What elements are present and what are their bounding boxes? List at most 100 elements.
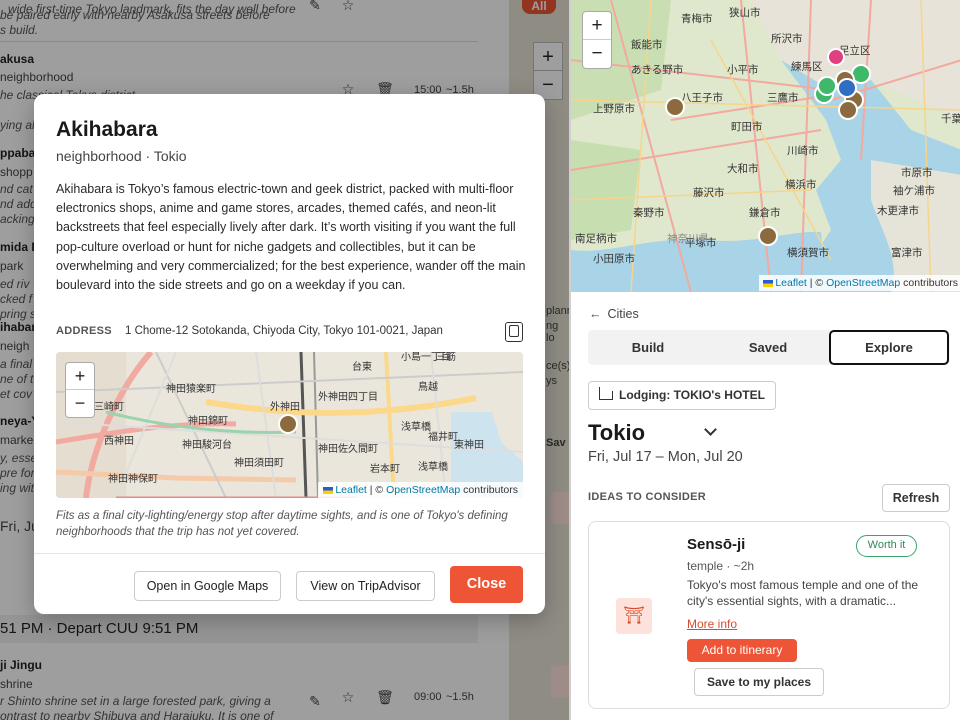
- modal-divider: [34, 553, 545, 554]
- map-label: 外神田: [270, 400, 300, 413]
- idea-type: temple · ~2h: [687, 559, 755, 573]
- region-map[interactable]: 青梅市 飯能市 狭山市 所沢市 あきる野市 小平市 練馬区 足立区 八王子市 三…: [571, 0, 960, 292]
- map-attribution: Leaflet | © OpenStreetMap contributors: [759, 275, 960, 291]
- temple-icon: ⛩: [616, 598, 652, 634]
- place-modal: Akihabara neighborhood · Tokio Akihabara…: [34, 94, 545, 614]
- arrow-left-icon: ←: [589, 307, 602, 321]
- tab-saved[interactable]: Saved: [708, 330, 828, 365]
- map-attribution: Leaflet | © OpenStreetMap contributors: [318, 482, 523, 498]
- map-label: 青梅市: [681, 12, 713, 25]
- idea-card: ⛩ Sensō-ji Worth it temple · ~2h Tokyo's…: [588, 521, 950, 709]
- map-label: 浅草橋: [401, 420, 431, 433]
- itinerary-panel: wide first-time Tokyo landmark, fits the…: [0, 0, 569, 720]
- map-label: 袖ケ浦市: [893, 184, 935, 197]
- map-label: 千葉: [941, 112, 960, 125]
- chevron-down-icon[interactable]: [704, 423, 717, 436]
- map-label: 東神田: [454, 438, 484, 451]
- ukraine-flag-icon: [323, 486, 334, 494]
- bed-icon: [598, 387, 613, 401]
- worth-it-badge: Worth it: [856, 535, 917, 557]
- map-label: 所沢市: [771, 32, 803, 45]
- map-label: 三筋: [436, 352, 456, 363]
- map-label: 練馬区: [791, 60, 823, 73]
- idea-title: Sensō-ji: [687, 536, 746, 553]
- map-label: 小平市: [727, 63, 759, 76]
- osm-link[interactable]: OpenStreetMap: [826, 277, 900, 289]
- explore-panel: 青梅市 飯能市 狭山市 所沢市 あきる野市 小平市 練馬区 足立区 八王子市 三…: [569, 0, 960, 720]
- map-marker[interactable]: [665, 97, 685, 117]
- view-tabs: Build Saved Explore: [588, 330, 950, 365]
- map-zoom-control: + −: [65, 362, 95, 418]
- more-info-link[interactable]: More info: [687, 617, 737, 631]
- zoom-in-button[interactable]: +: [583, 12, 611, 40]
- map-label: 岩本町: [370, 462, 400, 475]
- trip-dates: Fri, Jul 17 – Mon, Jul 20: [588, 449, 743, 465]
- map-label: 西神田: [104, 434, 134, 447]
- osm-link[interactable]: OpenStreetMap: [386, 484, 460, 496]
- map-marker[interactable]: [837, 78, 857, 98]
- ideas-heading: IDEAS TO CONSIDER: [588, 491, 706, 503]
- map-label: 台東: [352, 360, 372, 373]
- leaflet-link[interactable]: Leaflet: [775, 277, 807, 289]
- map-zoom-control: + −: [582, 11, 612, 69]
- map-label: 神田猿楽町: [166, 382, 216, 395]
- map-label: 鎌倉市: [749, 206, 781, 219]
- address-label: ADDRESS: [56, 325, 112, 337]
- map-label: 神田佐久間町: [318, 442, 378, 455]
- idea-description: Tokyo's most famous temple and one of th…: [687, 578, 919, 608]
- map-label: 大和市: [727, 162, 759, 175]
- map-label: 町田市: [731, 120, 763, 133]
- tab-build[interactable]: Build: [588, 330, 708, 365]
- map-label: 神田駿河台: [182, 438, 232, 451]
- map-label: 神奈川県: [667, 232, 709, 245]
- address-text: 1 Chome-12 Sotokanda, Chiyoda City, Toky…: [125, 325, 443, 337]
- zoom-out-button[interactable]: −: [583, 40, 611, 68]
- map-marker[interactable]: [758, 226, 778, 246]
- map-label: 八王子市: [681, 91, 723, 104]
- map-label: 木更津市: [877, 204, 919, 217]
- zoom-in-button[interactable]: +: [66, 363, 94, 390]
- map-label: 飯能市: [631, 38, 663, 51]
- map-label: 神田須田町: [234, 456, 284, 469]
- map-label: 外神田四丁目: [318, 390, 378, 403]
- copy-address-icon[interactable]: [505, 322, 523, 342]
- map-tiles: 小島一丁目 三筋 台東 鳥越 浅草橋 外神田 神田須田町 神田佐久間町 外神田四…: [56, 352, 523, 498]
- map-label: 横浜市: [785, 178, 817, 191]
- close-button[interactable]: Close: [450, 566, 523, 603]
- tab-explore[interactable]: Explore: [829, 330, 949, 365]
- map-label: 横須賀市: [787, 246, 829, 259]
- map-label: 南足柄市: [575, 232, 617, 245]
- map-label: あきる野市: [631, 63, 683, 76]
- place-map[interactable]: 小島一丁目 三筋 台東 鳥越 浅草橋 外神田 神田須田町 神田佐久間町 外神田四…: [56, 352, 523, 498]
- back-to-cities-link[interactable]: ← Cities: [589, 307, 639, 321]
- map-marker[interactable]: [817, 76, 837, 96]
- modal-title: Akihabara: [56, 118, 158, 141]
- map-label: 秦野市: [633, 206, 665, 219]
- lodging-button[interactable]: Lodging: TOKIO's HOTEL: [588, 381, 776, 410]
- map-label: 小田原市: [593, 252, 635, 265]
- save-to-my-places-button[interactable]: Save to my places: [694, 668, 824, 696]
- ukraine-flag-icon: [763, 279, 774, 287]
- zoom-out-button[interactable]: −: [66, 390, 94, 417]
- map-label: 三崎町: [94, 400, 124, 413]
- city-title: Tokio: [588, 420, 646, 445]
- open-google-maps-button[interactable]: Open in Google Maps: [134, 571, 281, 601]
- leaflet-link[interactable]: Leaflet: [335, 484, 367, 496]
- hotel-marker[interactable]: [827, 48, 845, 66]
- map-label: 藤沢市: [693, 186, 725, 199]
- add-to-itinerary-button[interactable]: Add to itinerary: [687, 639, 797, 662]
- map-label: 上野原市: [593, 102, 635, 115]
- map-label: 神田錦町: [188, 414, 228, 427]
- modal-note: Fits as a final city-lighting/energy sto…: [56, 510, 508, 538]
- map-label: 鳥越: [418, 380, 438, 393]
- map-label: 福井町: [428, 430, 458, 443]
- view-tripadvisor-button[interactable]: View on TripAdvisor: [296, 571, 435, 601]
- place-marker[interactable]: [278, 414, 298, 434]
- map-label: 市原市: [901, 166, 933, 179]
- refresh-button[interactable]: Refresh: [882, 484, 950, 512]
- map-label: 狭山市: [729, 6, 761, 19]
- map-marker[interactable]: [838, 100, 858, 120]
- map-label: 富津市: [891, 246, 923, 259]
- map-tiles: 青梅市 飯能市 狭山市 所沢市 あきる野市 小平市 練馬区 足立区 八王子市 三…: [571, 0, 960, 292]
- modal-description: Akihabara is Tokyo’s famous electric-tow…: [56, 182, 526, 293]
